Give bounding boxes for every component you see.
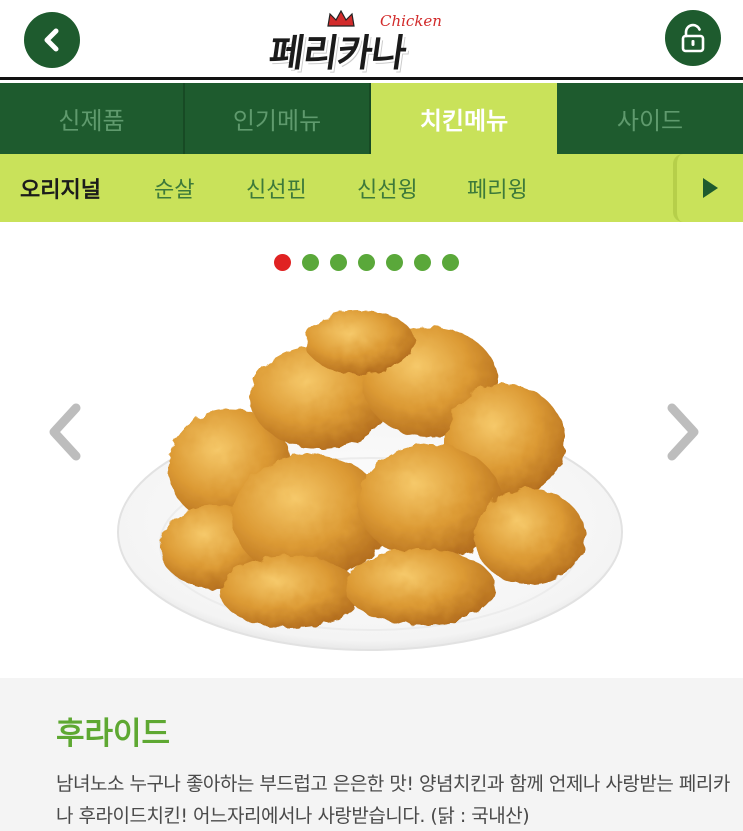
subtab-scroll-right-button[interactable] [673, 154, 743, 222]
subtab-fresh-drumstick[interactable]: 신선핀 [246, 172, 307, 204]
back-button[interactable] [24, 12, 80, 68]
product-description-panel: 후라이드 남녀노소 누구나 좋아하는 부드럽고 은은한 맛! 양념치킨과 함께 … [0, 678, 743, 831]
product-name: 후라이드 [56, 716, 171, 752]
subtab-original[interactable]: 오리지널 [20, 172, 101, 204]
slider-dot[interactable] [302, 254, 319, 271]
logo-title: 페리카나 [266, 31, 409, 75]
slider-dot[interactable] [442, 254, 459, 271]
tab-new[interactable]: 신제품 [0, 83, 185, 154]
subcategory-tabs: 오리지널 순살 신선핀 신선윙 페리윙 [0, 154, 743, 222]
subtab-boneless[interactable]: 순살 [154, 172, 194, 204]
category-tabs: 신제품 인기메뉴 치킨메뉴 사이드 [0, 83, 743, 154]
tab-popular[interactable]: 인기메뉴 [185, 83, 371, 154]
tab-label: 치킨메뉴 [419, 107, 509, 135]
slider-pagination [274, 254, 459, 271]
slider-next-button[interactable] [664, 402, 704, 466]
tab-chicken-menu[interactable]: 치킨메뉴 [371, 83, 557, 154]
login-button[interactable] [665, 10, 721, 66]
subtab-peri-wing[interactable]: 페리윙 [467, 172, 528, 204]
slider-dot[interactable] [414, 254, 431, 271]
product-slider [0, 222, 743, 678]
tab-label: 신제품 [58, 107, 125, 135]
tab-label: 인기메뉴 [232, 107, 322, 135]
slider-dot[interactable] [386, 254, 403, 271]
triangle-right-icon [703, 178, 718, 198]
tab-label: 사이드 [616, 107, 684, 135]
chevron-left-icon [44, 28, 59, 52]
app-header: Chicken 페리카나 [0, 0, 743, 80]
subtab-fresh-wing[interactable]: 신선윙 [357, 172, 418, 204]
brand-logo[interactable]: Chicken 페리카나 [266, 8, 450, 75]
slider-prev-button[interactable] [44, 402, 84, 466]
product-description: 남녀노소 누구나 좋아하는 부드럽고 은은한 맛! 양념치킨과 함께 언제나 사… [56, 773, 730, 827]
fried-chicken-image [117, 310, 623, 651]
chevron-left-icon [49, 403, 81, 461]
slider-dot[interactable] [358, 254, 375, 271]
tab-side[interactable]: 사이드 [557, 83, 743, 154]
unlock-icon [681, 23, 705, 53]
slider-dot[interactable] [274, 254, 291, 271]
slider-dot[interactable] [330, 254, 347, 271]
chevron-right-icon [667, 403, 699, 461]
